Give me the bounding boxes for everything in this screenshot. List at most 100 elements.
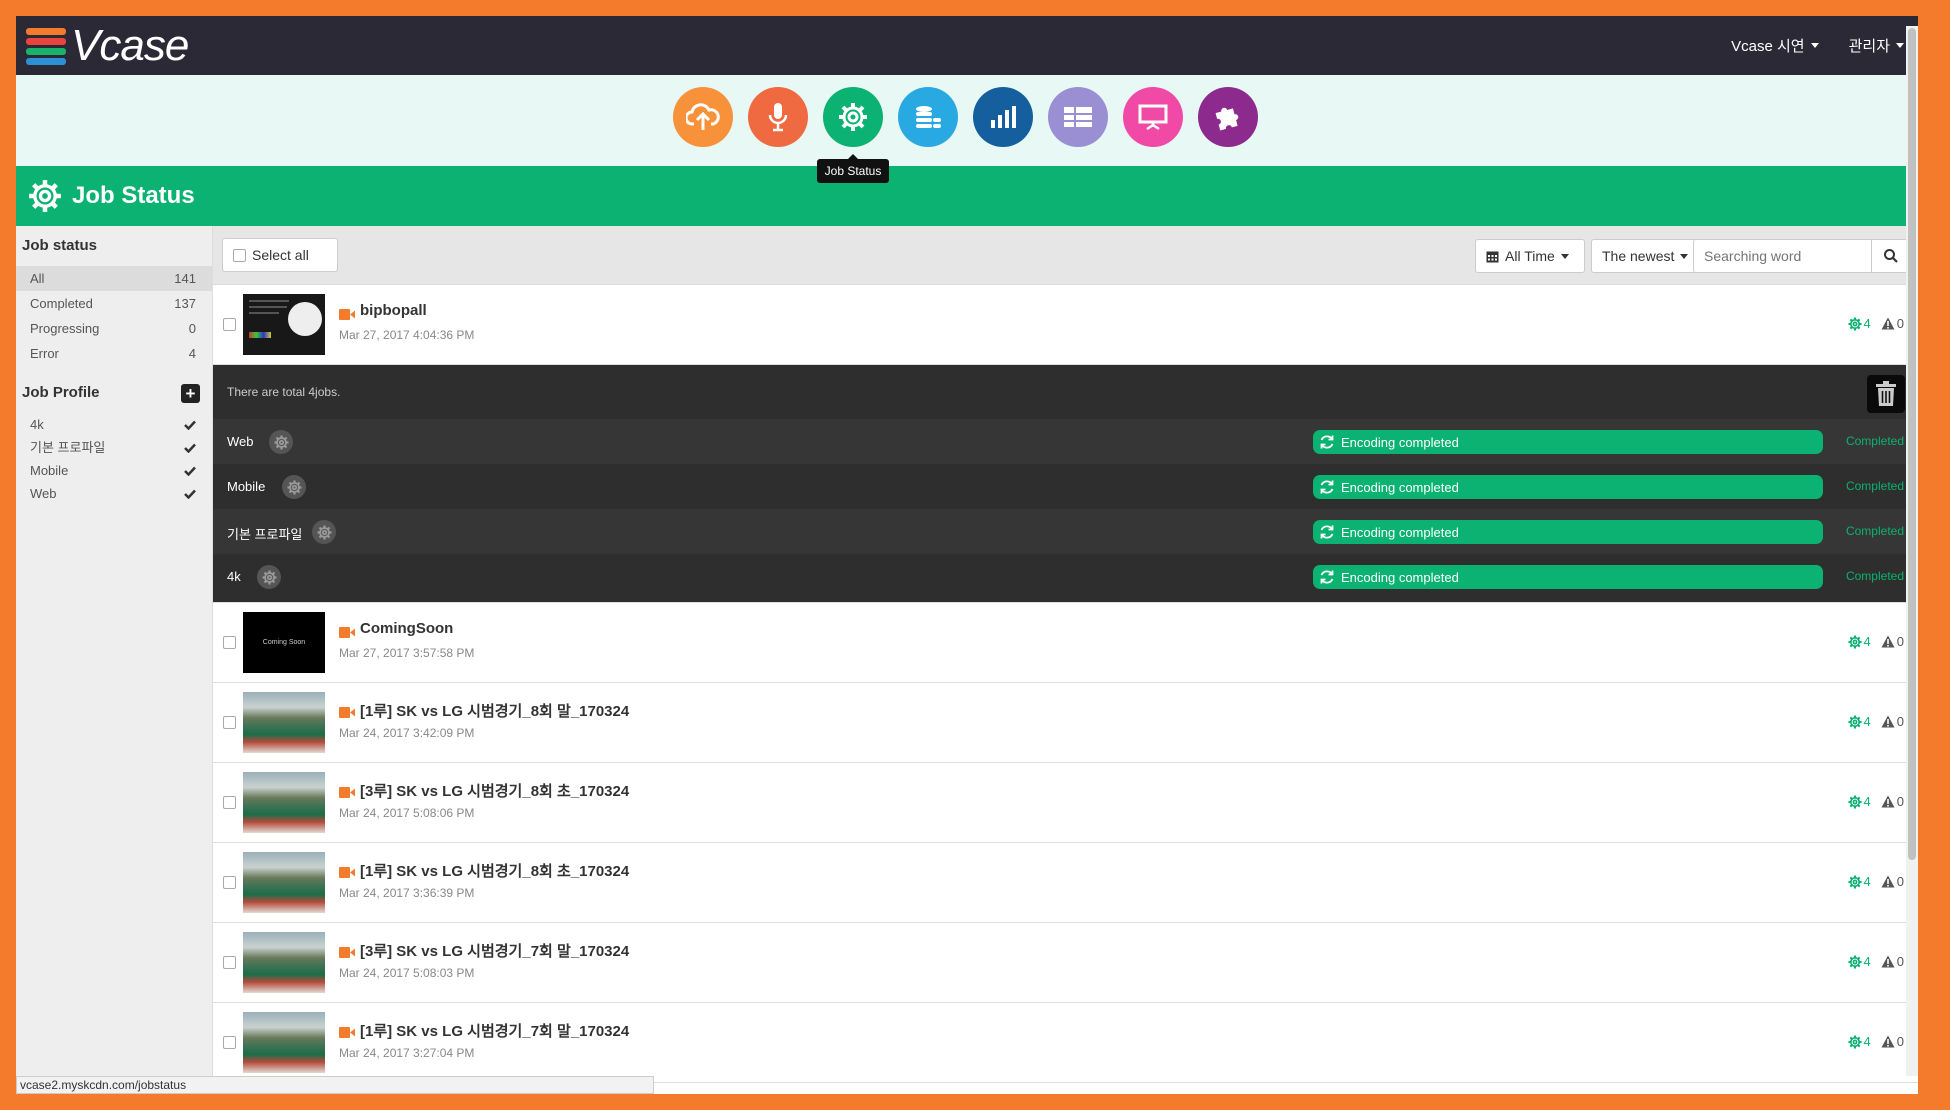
presentation-app-button[interactable] bbox=[1123, 87, 1183, 147]
add-profile-button[interactable]: + bbox=[181, 384, 200, 403]
project-dropdown[interactable]: Vcase 시연 bbox=[1731, 35, 1819, 56]
job-thumbnail[interactable] bbox=[243, 772, 325, 833]
completed-count: 4 bbox=[1847, 874, 1871, 889]
video-icon bbox=[339, 705, 355, 718]
encoding-progress-bar: Encoding completed bbox=[1313, 565, 1823, 589]
scrollbar-thumb[interactable] bbox=[1908, 28, 1916, 860]
warning-icon bbox=[1881, 635, 1895, 648]
search-input[interactable] bbox=[1693, 239, 1871, 273]
audio-app-button[interactable] bbox=[748, 87, 808, 147]
error-count: 0 bbox=[1881, 1034, 1904, 1049]
profile-item[interactable]: 4k bbox=[16, 413, 212, 436]
status-filter-item[interactable]: Completed 137 bbox=[16, 291, 212, 316]
caret-down-icon bbox=[1680, 253, 1689, 259]
error-count: 0 bbox=[1881, 714, 1904, 729]
job-date: Mar 24, 2017 3:42:09 PM bbox=[339, 726, 475, 740]
status-filter-item[interactable]: Error 4 bbox=[16, 341, 212, 366]
job-row[interactable]: [1루] SK vs LG 시범경기_8회 말_170324 Mar 24, 2… bbox=[213, 683, 1918, 763]
warning-icon bbox=[1881, 317, 1895, 330]
check-icon bbox=[184, 413, 196, 436]
profile-settings-button[interactable] bbox=[257, 565, 281, 589]
job-thumbnail[interactable] bbox=[243, 294, 325, 355]
storage-app-button[interactable] bbox=[898, 87, 958, 147]
caret-down-icon bbox=[1810, 43, 1819, 48]
select-all-button[interactable]: Select all bbox=[222, 238, 338, 272]
gear-icon bbox=[1847, 874, 1862, 889]
list-app-button[interactable] bbox=[1048, 87, 1108, 147]
warning-icon bbox=[1881, 955, 1895, 968]
page-scrollbar[interactable] bbox=[1906, 26, 1918, 1076]
profile-settings-button[interactable] bbox=[312, 520, 336, 544]
page-title: Job Status bbox=[72, 182, 195, 209]
search-button[interactable] bbox=[1871, 239, 1911, 273]
error-count: 0 bbox=[1881, 316, 1904, 331]
encoding-profile-row: 기본 프로파일 Encoding completed Completed bbox=[213, 509, 1918, 554]
profile-item[interactable]: Web bbox=[16, 482, 212, 505]
caret-down-icon bbox=[1896, 43, 1904, 48]
job-stats: 4 0 bbox=[1847, 714, 1904, 729]
job-row[interactable]: [3루] SK vs LG 시범경기_8회 초_170324 Mar 24, 2… bbox=[213, 763, 1918, 843]
vcase-logo[interactable]: Vcase bbox=[26, 24, 189, 68]
job-thumbnail[interactable]: Coming Soon bbox=[243, 612, 325, 673]
job-checkbox[interactable] bbox=[223, 716, 236, 729]
status-filter-label: Completed bbox=[30, 296, 93, 311]
delete-button[interactable] bbox=[1867, 375, 1905, 413]
job-thumbnail[interactable] bbox=[243, 1012, 325, 1073]
sort-dropdown[interactable]: The newest bbox=[1591, 239, 1701, 273]
profile-item[interactable]: 기본 프로파일 bbox=[16, 436, 212, 459]
job-row[interactable]: [1루] SK vs LG 시범경기_7회 말_170324 Mar 24, 2… bbox=[213, 1003, 1918, 1083]
job-checkbox[interactable] bbox=[223, 636, 236, 649]
caret-down-icon bbox=[1560, 253, 1569, 259]
refresh-icon bbox=[1320, 570, 1334, 584]
job-title[interactable]: [1루] SK vs LG 시범경기_8회 초_170324 bbox=[360, 860, 629, 881]
refresh-icon bbox=[1320, 525, 1334, 539]
job-checkbox[interactable] bbox=[223, 956, 236, 969]
encoding-profile-row: Web Encoding completed Completed bbox=[213, 419, 1918, 464]
encoding-profile-row: 4k Encoding completed Completed bbox=[213, 554, 1918, 599]
status-filter-count: 0 bbox=[188, 321, 196, 336]
upload-app-button[interactable] bbox=[673, 87, 733, 147]
job-checkbox[interactable] bbox=[223, 796, 236, 809]
job-row[interactable]: [3루] SK vs LG 시범경기_7회 말_170324 Mar 24, 2… bbox=[213, 923, 1918, 1003]
select-all-checkbox[interactable] bbox=[233, 248, 246, 262]
job-title[interactable]: [1루] SK vs LG 시범경기_7회 말_170324 bbox=[360, 1020, 629, 1041]
status-filter-item[interactable]: Progressing 0 bbox=[16, 316, 212, 341]
error-count: 0 bbox=[1881, 954, 1904, 969]
job-title[interactable]: ComingSoon bbox=[360, 620, 453, 637]
plugin-app-button[interactable] bbox=[1198, 87, 1258, 147]
job-status-app-button[interactable] bbox=[823, 87, 883, 147]
profile-item[interactable]: Mobile bbox=[16, 459, 212, 482]
job-title[interactable]: bipbopall bbox=[360, 302, 427, 319]
page-header: Job Status bbox=[16, 166, 1918, 226]
job-checkbox[interactable] bbox=[223, 1036, 236, 1049]
job-row[interactable]: [1루] SK vs LG 시범경기_8회 초_170324 Mar 24, 2… bbox=[213, 843, 1918, 923]
completed-count: 4 bbox=[1847, 316, 1871, 331]
job-checkbox[interactable] bbox=[223, 318, 236, 331]
job-stats: 4 0 bbox=[1847, 794, 1904, 809]
user-dropdown[interactable]: 관리자 bbox=[1849, 35, 1904, 56]
error-count: 0 bbox=[1881, 794, 1904, 809]
bar-chart-icon bbox=[991, 106, 1016, 128]
statistics-app-button[interactable] bbox=[973, 87, 1033, 147]
job-stats: 4 0 bbox=[1847, 954, 1904, 969]
status-filter-count: 4 bbox=[188, 346, 196, 361]
status-filter-label: Error bbox=[30, 346, 59, 361]
job-thumbnail[interactable] bbox=[243, 692, 325, 753]
profile-settings-button[interactable] bbox=[269, 430, 293, 454]
job-checkbox[interactable] bbox=[223, 876, 236, 889]
job-title[interactable]: [1루] SK vs LG 시범경기_8회 말_170324 bbox=[360, 700, 629, 721]
job-row[interactable]: bipbopall Mar 27, 2017 4:04:36 PM 4 0 bbox=[213, 285, 1918, 365]
gear-icon bbox=[1847, 1034, 1862, 1049]
job-thumbnail[interactable] bbox=[243, 932, 325, 993]
job-row[interactable]: Coming Soon ComingSoon Mar 27, 2017 3:57… bbox=[213, 603, 1918, 683]
video-icon bbox=[339, 307, 355, 320]
job-thumbnail[interactable] bbox=[243, 852, 325, 913]
profile-settings-button[interactable] bbox=[282, 475, 306, 499]
time-filter-dropdown[interactable]: All Time bbox=[1475, 239, 1585, 273]
job-title[interactable]: [3루] SK vs LG 시범경기_7회 말_170324 bbox=[360, 940, 629, 961]
video-icon bbox=[339, 785, 355, 798]
warning-icon bbox=[1881, 875, 1895, 888]
status-filter-item[interactable]: All 141 bbox=[16, 266, 212, 291]
status-filter-list: All 141 Completed 137 Progressing 0 Error 4 bbox=[16, 266, 212, 366]
job-title[interactable]: [3루] SK vs LG 시범경기_8회 초_170324 bbox=[360, 780, 629, 801]
